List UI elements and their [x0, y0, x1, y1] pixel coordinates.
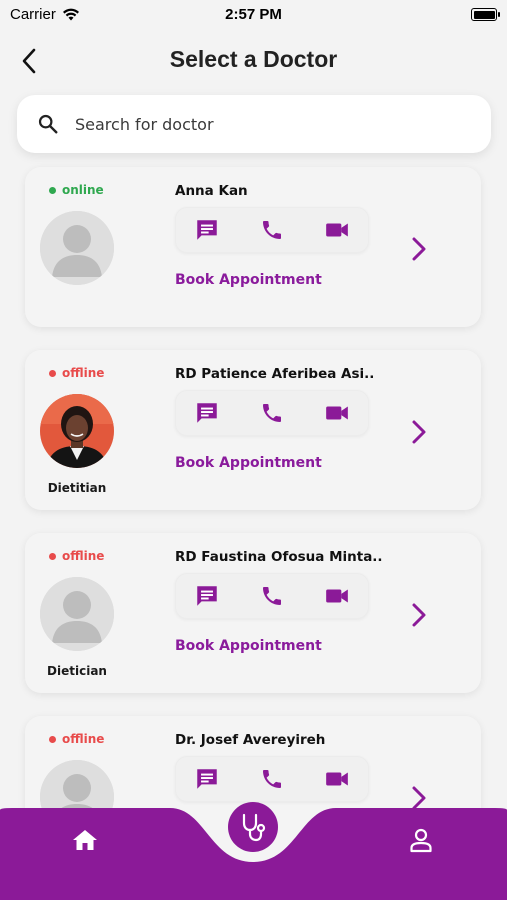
doctor-role: Dietician [47, 664, 107, 678]
chevron-right-icon [412, 237, 426, 261]
page-title: Select a Doctor [169, 46, 338, 72]
search-input[interactable] [75, 114, 455, 134]
message-button[interactable] [189, 395, 225, 431]
open-doctor-button[interactable] [405, 599, 433, 631]
open-doctor-button[interactable] [405, 233, 433, 265]
home-icon [73, 830, 97, 850]
call-button[interactable] [254, 395, 290, 431]
message-icon [197, 769, 218, 789]
profile-icon [410, 828, 432, 853]
bottom-nav [0, 800, 507, 900]
message-button[interactable] [189, 761, 225, 797]
chevron-right-icon [412, 603, 426, 627]
doctor-photo [40, 394, 114, 468]
avatar [40, 577, 114, 651]
video-icon [325, 589, 348, 603]
contact-actions [175, 756, 369, 802]
status-indicator: offline [49, 732, 104, 746]
contact-actions [175, 390, 369, 436]
book-appointment-link[interactable]: Book Appointment [175, 272, 322, 288]
video-icon [325, 406, 348, 420]
online-dot-icon [49, 186, 56, 194]
book-appointment-link[interactable]: Book Appointment [175, 638, 322, 654]
status-indicator: offline [49, 366, 104, 380]
doctor-role: Dietitian [47, 481, 107, 495]
open-doctor-button[interactable] [405, 416, 433, 448]
default-avatar-icon [40, 211, 114, 285]
message-icon [197, 586, 218, 606]
video-call-button[interactable] [319, 761, 355, 797]
video-call-button[interactable] [319, 395, 355, 431]
offline-dot-icon [49, 552, 56, 560]
avatar-photo [40, 394, 114, 468]
video-icon [325, 223, 348, 237]
doctor-card[interactable]: offline Dietitian RD Patience Aferibea A… [25, 350, 481, 510]
status-indicator: offline [49, 549, 104, 563]
avatar [40, 211, 114, 285]
status-bar: Carrier 2:57 PM [0, 0, 507, 30]
message-icon [197, 220, 218, 240]
doctor-name: RD Faustina Ofosua Minta.. [175, 549, 383, 565]
call-button[interactable] [254, 761, 290, 797]
doctor-name: RD Patience Aferibea Asi.. [175, 366, 375, 382]
contact-actions [175, 207, 369, 253]
message-icon [197, 403, 218, 423]
doctor-name: Anna Kan [175, 183, 248, 199]
status-label: offline [62, 366, 105, 380]
search-box[interactable] [17, 95, 491, 153]
call-button[interactable] [254, 578, 290, 614]
nav-doctors-button[interactable] [228, 802, 278, 852]
doctor-name: Dr. Josef Avereyireh [175, 732, 326, 748]
default-avatar-icon [40, 577, 114, 651]
nav-profile-button[interactable] [406, 825, 436, 855]
book-appointment-link[interactable]: Book Appointment [175, 455, 322, 471]
status-label: offline [62, 549, 105, 563]
offline-dot-icon [49, 369, 56, 377]
status-indicator: online [49, 183, 104, 197]
video-call-button[interactable] [319, 578, 355, 614]
offline-dot-icon [49, 735, 56, 743]
clock: 2:57 PM [225, 6, 282, 23]
doctor-card[interactable]: offline Dietician RD Faustina Ofosua Min… [25, 533, 481, 693]
search-icon [38, 114, 58, 134]
phone-icon [262, 404, 281, 422]
contact-actions [175, 573, 369, 619]
stethoscope-icon [242, 813, 266, 842]
battery-icon [471, 8, 500, 21]
header: Select a Doctor [0, 38, 507, 82]
video-icon [325, 772, 348, 786]
message-button[interactable] [189, 212, 225, 248]
doctor-card[interactable]: online Anna Kan Book Appointment [25, 167, 481, 327]
phone-icon [262, 770, 281, 788]
message-button[interactable] [189, 578, 225, 614]
status-label: offline [62, 732, 105, 746]
phone-icon [262, 221, 281, 239]
nav-home-button[interactable] [70, 825, 100, 855]
video-call-button[interactable] [319, 212, 355, 248]
status-label: online [62, 183, 104, 197]
call-button[interactable] [254, 212, 290, 248]
chevron-right-icon [412, 420, 426, 444]
phone-icon [262, 587, 281, 605]
